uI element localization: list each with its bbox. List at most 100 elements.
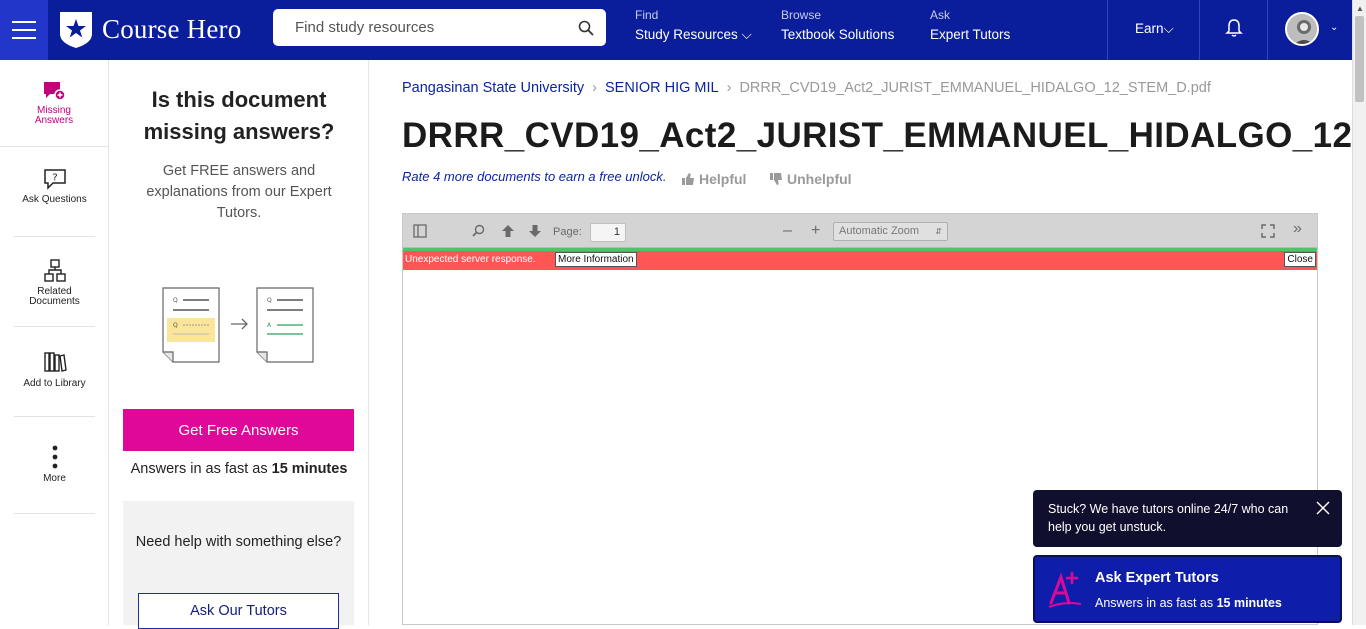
hamburger-icon [12,21,36,39]
helpful-button[interactable]: Helpful [681,171,746,187]
sidebar-item-label: Ask Questions [22,194,87,205]
toast-message: Stuck? We have tutors online 24/7 who ca… [1048,502,1289,534]
find-search-icon[interactable] [472,224,486,241]
header-divider [1199,0,1200,60]
unhelpful-label: Unhelpful [787,171,852,187]
ask-our-tutors-button[interactable]: Ask Our Tutors [138,593,339,629]
chevron-down-icon[interactable]: ⌄ [1330,22,1338,33]
sidebar-toggle-icon[interactable] [413,224,427,241]
thumbs-down-icon [770,173,782,185]
document-answers-illustration: Q Q Q A [162,287,314,363]
nav-study-resources-label: Study Resources ⌵ [635,27,752,42]
library-icon [43,352,67,372]
zoom-out-icon[interactable]: – [783,222,792,240]
scroll-up-arrow-icon[interactable]: ▲ [1356,4,1364,13]
user-avatar[interactable] [1285,12,1319,46]
sidebar-item-label: Related Documents [29,286,80,307]
search-input[interactable] [273,9,566,46]
answers-speed-prefix: Answers in as fast as [130,461,272,477]
page-label: Page: [553,226,582,238]
promo-subtext: Get FREE answers and explanations from o… [146,163,332,221]
tools-double-chevron-icon[interactable]: » [1293,220,1302,238]
answers-speed-time: 15 minutes [271,461,348,477]
course-hero-logo[interactable]: Course Hero [58,9,241,49]
svg-text:Q: Q [173,297,178,304]
ask-expert-subtitle: Answers in as fast as 15 minutes [1095,596,1282,610]
breadcrumb: Pangasinan State University › SENIOR HIG M… [402,80,1211,96]
header-divider [1107,0,1108,60]
missing-answers-panel: Is this document missing answers? Get FR… [109,60,369,629]
ask-expert-speed-prefix: Answers in as fast as [1095,596,1217,610]
breadcrumb-current: DRRR_CVD19_Act2_JURIST_EMMANUEL_HIDALGO_… [739,80,1211,96]
ask-expert-speed-time: 15 minutes [1216,596,1282,610]
zoom-select[interactable]: Automatic Zoom ⇵ [833,222,948,241]
nav-expert-tutors-label: Expert Tutors [930,27,1011,42]
error-bar: Unexpected server response. More Informa… [403,251,1317,270]
search-icon[interactable] [566,20,606,36]
unhelpful-button[interactable]: Unhelpful [769,171,852,187]
a-plus-icon [1048,571,1082,608]
previous-page-icon[interactable] [501,224,515,241]
sidebar-item-label: Missing Answers [34,105,74,126]
breadcrumb-link-course[interactable]: SENIOR HIG MIL [605,80,719,96]
svg-text:Q: Q [267,297,272,304]
more-vertical-icon [52,445,57,469]
header-divider [1267,0,1268,60]
nav-study-resources[interactable]: Find Study Resources ⌵ [635,8,752,43]
logo-text: Course Hero [102,13,242,44]
thumbs-up-icon [682,173,694,185]
document-title: DRRR_CVD19_Act2_JURIST_EMMANUEL_HIDALGO_… [402,116,1352,155]
svg-text:?: ? [52,173,57,184]
nav-expert-tutors[interactable]: Ask Expert Tutors [930,8,1010,42]
zoom-in-icon[interactable]: + [811,222,820,240]
ask-questions-icon: ? [43,169,66,190]
tutor-help-toast: Stuck? We have tutors online 24/7 who ca… [1033,490,1342,547]
shield-star-icon [60,12,92,48]
zoom-select-value: Automatic Zoom [839,225,920,237]
notifications-bell-icon[interactable] [1224,18,1244,43]
get-free-answers-button[interactable]: Get Free Answers [123,409,354,451]
sidebar-item-more[interactable]: More [14,445,95,514]
nav-browse-label: Browse [781,8,822,22]
nav-textbook-solutions-label: Textbook Solutions [781,27,895,42]
ask-expert-tutors-widget[interactable]: Ask Expert Tutors Answers in as fast as … [1033,555,1342,623]
sidebar-item-add-to-library[interactable]: Add to Library [14,350,95,417]
missing-answers-icon [44,82,66,101]
pdf-toolbar: Page: 1 – + Automatic Zoom ⇵ » [403,214,1317,248]
select-arrows-icon: ⇵ [935,227,942,236]
next-page-icon[interactable] [528,224,542,241]
related-documents-icon [43,259,66,282]
sidebar-item-related-documents[interactable]: Related Documents [14,259,95,327]
sidebar-item-label: More [43,473,66,484]
helpful-label: Helpful [699,171,747,187]
sidebar-item-missing-answers[interactable]: Missing Answers [0,60,108,147]
nav-find-label: Find [635,8,659,22]
breadcrumb-link-university[interactable]: Pangasinan State University [402,80,584,96]
ask-expert-title: Ask Expert Tutors [1095,570,1219,586]
rate-documents-prompt: Rate 4 more documents to earn a free unl… [402,169,667,184]
fullscreen-icon[interactable] [1261,224,1275,241]
answers-speed-text: Answers in as fast as 15 minutes [109,461,369,477]
chevron-right-icon: › [726,80,732,96]
page-number-input[interactable]: 1 [590,223,626,242]
more-information-button[interactable]: More Information [555,252,637,267]
error-message: Unexpected server response. [405,254,536,265]
page-scrollbar[interactable]: ▲ [1352,0,1366,625]
nav-textbook-solutions[interactable]: Browse Textbook Solutions [781,8,894,42]
close-error-button[interactable]: Close [1284,252,1316,267]
search-box[interactable] [273,9,606,46]
sidebar-item-label: Add to Library [23,378,86,389]
earn-dropdown[interactable]: Earn⌵ [1135,21,1174,37]
left-sidebar: Missing Answers ? Ask Questions Related … [0,60,109,625]
need-help-box: Need help with something else? Ask Our T… [123,501,354,629]
hamburger-menu-button[interactable] [0,0,48,60]
close-icon[interactable] [1316,501,1330,520]
promo-heading: Is this document missing answers? [143,87,335,144]
svg-text:Q: Q [173,322,178,329]
chevron-right-icon: › [592,80,597,96]
sidebar-item-ask-questions[interactable]: ? Ask Questions [14,168,95,237]
need-help-question: Need help with something else? [135,534,342,550]
scrollbar-thumb[interactable] [1355,16,1364,102]
nav-ask-label: Ask [930,8,951,22]
top-navigation-bar: Course Hero Find Study Resources ⌵ Brows… [0,0,1352,60]
